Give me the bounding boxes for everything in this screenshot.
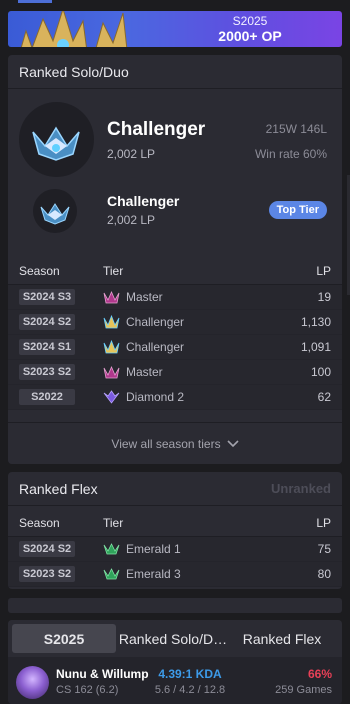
champion-stats-card: S2025 Ranked Solo/D… Ranked Flex Nunu & … bbox=[8, 620, 342, 704]
unranked-status: Unranked bbox=[271, 481, 331, 496]
challenger-emblem-small-icon bbox=[33, 189, 77, 233]
table-row: S2023 S2 Master 100 bbox=[8, 360, 342, 385]
champion-avatar bbox=[16, 666, 49, 699]
col-season: Season bbox=[19, 515, 60, 530]
tier-name: Emerald 1 bbox=[126, 542, 181, 556]
current-lp: 2,002 LP bbox=[107, 147, 156, 161]
card-header: Ranked Solo/Duo bbox=[8, 55, 342, 89]
tier-name: Master bbox=[126, 365, 163, 379]
table-row: S2023 S2 Emerald 3 80 bbox=[8, 562, 342, 587]
view-all-label: View all season tiers bbox=[111, 436, 221, 451]
tab-s2025[interactable]: S2025 bbox=[12, 624, 116, 653]
col-lp: LP bbox=[316, 515, 331, 530]
banner-season: S2025 bbox=[232, 14, 268, 28]
active-indicator bbox=[18, 0, 52, 3]
master-icon bbox=[103, 291, 120, 304]
season-banner[interactable]: S2025 2000+ OP Summoner bbox=[8, 11, 342, 47]
table-row: S2024 S2 Emerald 1 75 bbox=[8, 537, 342, 562]
lp-value: 100 bbox=[310, 365, 331, 379]
challenger-icon bbox=[103, 315, 120, 329]
champion-name: Nunu & Willump bbox=[56, 667, 149, 681]
season-history-table: Season Tier LP S2024 S2 Emerald 1 75 S20… bbox=[8, 509, 342, 587]
emerald-icon bbox=[103, 543, 120, 555]
season-badge: S2022 bbox=[19, 389, 75, 405]
tier-name: Master bbox=[126, 290, 163, 304]
season-badge: S2024 S2 bbox=[19, 541, 75, 557]
peak-tier: Challenger bbox=[107, 193, 180, 209]
diamond-icon bbox=[103, 390, 120, 404]
tier-name: Diamond 2 bbox=[126, 390, 185, 404]
season-badge: S2024 S3 bbox=[19, 289, 75, 305]
win-rate: Win rate 60% bbox=[254, 147, 327, 161]
card-title: Ranked Solo/Duo bbox=[19, 63, 129, 80]
champion-row[interactable]: Nunu & Willump CS 162 (6.2) 4.39:1 KDA 5… bbox=[8, 657, 342, 704]
champion-kda-detail: 5.6 / 4.2 / 12.8 bbox=[154, 684, 226, 696]
season-badge: S2024 S1 bbox=[19, 339, 75, 355]
tab-ranked-flex[interactable]: Ranked Flex bbox=[230, 624, 334, 653]
season-history-table: Season Tier LP S2024 S3 Master 19 S2024 … bbox=[8, 257, 342, 410]
champion-games: 259 Games bbox=[275, 684, 332, 696]
master-icon bbox=[103, 366, 120, 379]
challenger-emblem-icon bbox=[19, 102, 94, 177]
ranked-flex-card: Ranked Flex Unranked Season Tier LP S202… bbox=[8, 472, 342, 589]
peak-lp: 2,002 LP bbox=[107, 213, 156, 227]
lp-value: 75 bbox=[317, 542, 331, 556]
lp-value: 1,091 bbox=[300, 340, 331, 354]
table-header: Season Tier LP bbox=[8, 509, 342, 537]
champion-cs: CS 162 (6.2) bbox=[56, 684, 119, 696]
lp-value: 1,130 bbox=[300, 315, 331, 329]
lp-value: 62 bbox=[317, 390, 331, 404]
season-badge: S2023 S2 bbox=[19, 566, 75, 582]
table-row: S2022 Diamond 2 62 bbox=[8, 385, 342, 410]
champion-winrate: 66% bbox=[307, 667, 332, 681]
ranked-solo-card: Ranked Solo/Duo Challenger 2,002 LP 215W… bbox=[8, 55, 342, 464]
challenger-icon bbox=[103, 340, 120, 354]
view-all-season-tiers-button[interactable]: View all season tiers bbox=[8, 422, 342, 464]
tab-ranked-solo[interactable]: Ranked Solo/D… bbox=[116, 624, 230, 653]
card-header: Ranked Flex Unranked bbox=[8, 472, 342, 506]
lp-value: 19 bbox=[317, 290, 331, 304]
table-row: S2024 S3 Master 19 bbox=[8, 285, 342, 310]
banner-title: 2000+ OP Summoner bbox=[213, 28, 286, 47]
col-season: Season bbox=[19, 263, 60, 278]
col-lp: LP bbox=[316, 263, 331, 278]
top-tier-badge: Top Tier bbox=[268, 201, 327, 219]
table-row: S2024 S1 Challenger 1,091 bbox=[8, 335, 342, 360]
section-divider bbox=[8, 598, 342, 613]
top-border bbox=[0, 0, 350, 4]
card-title: Ranked Flex bbox=[19, 480, 98, 497]
table-header: Season Tier LP bbox=[8, 257, 342, 285]
current-tier-section: Challenger 2,002 LP 215W 146L Win rate 6… bbox=[8, 89, 342, 239]
season-badge: S2023 S2 bbox=[19, 364, 75, 380]
emerald-icon bbox=[103, 568, 120, 580]
season-badge: S2024 S2 bbox=[19, 314, 75, 330]
col-tier: Tier bbox=[103, 263, 124, 278]
tier-name: Challenger bbox=[126, 340, 185, 354]
col-tier: Tier bbox=[103, 515, 124, 530]
table-row: S2024 S2 Challenger 1,130 bbox=[8, 310, 342, 335]
challenger-crest-icon bbox=[20, 11, 128, 47]
stats-tabs: S2025 Ranked Solo/D… Ranked Flex bbox=[8, 620, 342, 657]
tier-name: Challenger bbox=[126, 315, 185, 329]
chevron-down-icon bbox=[227, 439, 239, 447]
tier-name: Emerald 3 bbox=[126, 567, 181, 581]
champion-kda: 4.39:1 KDA bbox=[158, 667, 222, 681]
win-loss-record: 215W 146L bbox=[265, 122, 327, 136]
lp-value: 80 bbox=[317, 567, 331, 581]
current-tier: Challenger bbox=[107, 119, 206, 140]
